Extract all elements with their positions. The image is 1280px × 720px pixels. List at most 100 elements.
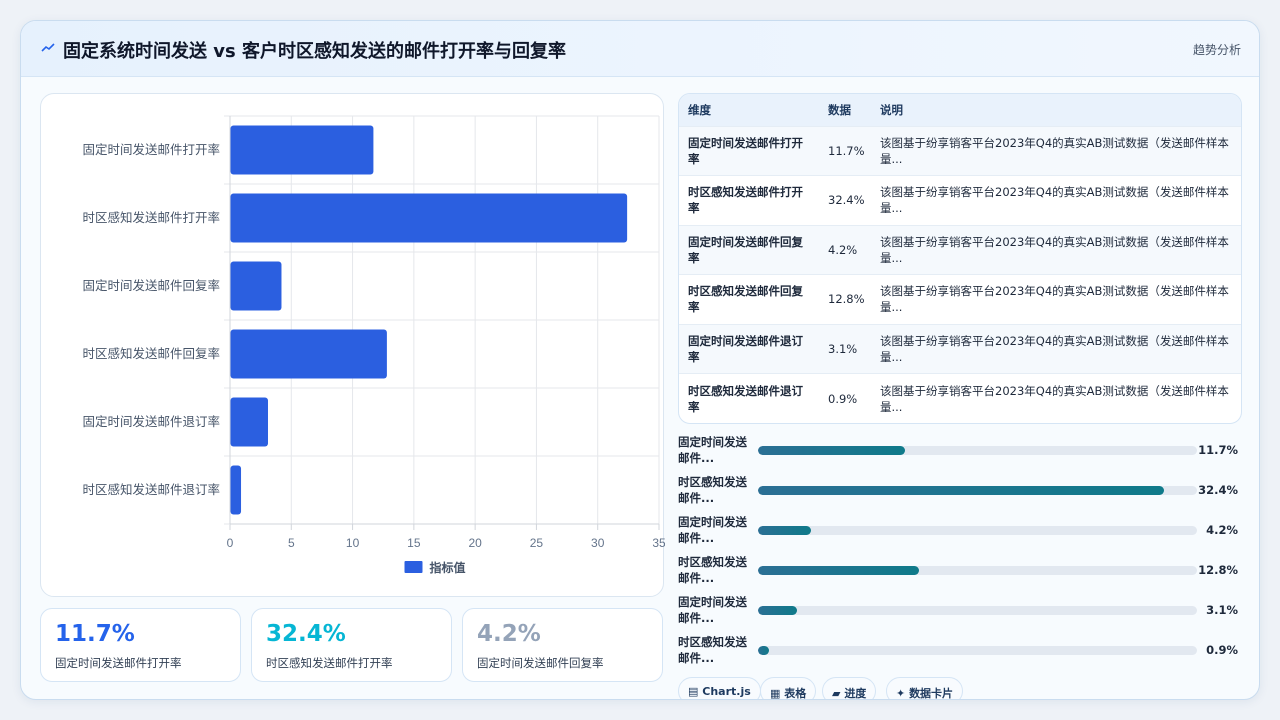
- progress-track: [758, 446, 1197, 455]
- column-header: 说明: [880, 102, 903, 117]
- y-tick-label: 时区感知发送邮件退订率: [82, 482, 220, 497]
- header: 固定系统时间发送 vs 客户时区感知发送的邮件打开率与回复率 趋势分析: [21, 21, 1259, 77]
- cell-description: 该图基于纷享销客平台2023年Q4的真实AB测试数据（发送邮件样本量...: [880, 185, 1229, 216]
- cell-value: 11.7%: [828, 143, 865, 158]
- progress-fill: [758, 446, 905, 455]
- x-tick-label: 30: [591, 536, 605, 550]
- table-row: 时区感知发送邮件打开率 32.4% 该图基于纷享销客平台2023年Q4的真实AB…: [679, 175, 1241, 226]
- x-tick-label: 20: [468, 536, 482, 550]
- trend-analysis-tag[interactable]: 趋势分析: [1193, 41, 1241, 58]
- kpi-label: 时区感知发送邮件打开率: [266, 656, 393, 670]
- kpi-value: 4.2%: [477, 621, 541, 647]
- table-row: 固定时间发送邮件退订率 3.1% 该图基于纷享销客平台2023年Q4的真实AB测…: [679, 324, 1241, 374]
- bar: [230, 329, 387, 379]
- progress-item: 固定时间发送邮件... 4.2%: [678, 513, 1242, 549]
- progress-track: [758, 486, 1197, 495]
- chart-icon: ▤: [688, 685, 699, 698]
- dashboard-card: 固定系统时间发送 vs 客户时区感知发送的邮件打开率与回复率 趋势分析 0 5 10…: [20, 20, 1260, 700]
- cell-value: 3.1%: [828, 341, 858, 356]
- kpi-value: 11.7%: [55, 621, 135, 647]
- progress-fill: [758, 646, 770, 655]
- trend-icon: [41, 43, 55, 52]
- cell-value: 4.2%: [828, 242, 858, 257]
- progress-track: [758, 526, 1197, 535]
- table-row: 固定时间发送邮件打开率 11.7% 该图基于纷享销客平台2023年Q4的真实AB…: [679, 126, 1241, 176]
- bar: [230, 465, 242, 515]
- bar-chart-panel: 0 5 10 15 20 25 30 35 固定时间发送邮件打开率 时区感知发送邮件打开率 固定时间…: [40, 93, 665, 597]
- progress-view-button[interactable]: ▰ 进度: [822, 677, 877, 700]
- column-header: 维度: [688, 102, 711, 117]
- table-row: 时区感知发送邮件退订率 0.9% 该图基于纷享销客平台2023年Q4的真实AB测…: [679, 373, 1241, 424]
- bar: [230, 397, 268, 447]
- progress-item: 固定时间发送邮件... 11.7%: [678, 433, 1242, 469]
- kpi-card-3: 4.2% 固定时间发送邮件回复率: [462, 608, 663, 682]
- progress-label: 固定时间发送邮件...: [678, 515, 747, 545]
- cell-value: 0.9%: [828, 391, 858, 406]
- kpi-card-1: 11.7% 固定时间发送邮件打开率: [40, 608, 241, 682]
- x-tick-label: 0: [227, 536, 234, 550]
- table-view-button[interactable]: ▦ 表格: [760, 677, 817, 700]
- kpi-label: 固定时间发送邮件打开率: [55, 656, 182, 670]
- cell-description: 该图基于纷享销客平台2023年Q4的真实AB测试数据（发送邮件样本量...: [880, 333, 1229, 364]
- kpi-label: 固定时间发送邮件回复率: [477, 656, 604, 670]
- progress-track: [758, 606, 1197, 615]
- progress-label: 时区感知发送邮件...: [678, 475, 747, 505]
- cell-value: 12.8%: [828, 292, 865, 307]
- x-tick-label: 5: [288, 536, 295, 550]
- bar: [230, 261, 282, 311]
- progress-label: 时区感知发送邮件...: [678, 555, 747, 585]
- bar-chart: 0 5 10 15 20 25 30 35 固定时间发送邮件打开率时区感知发送邮件打开率固定时间…: [82, 115, 665, 575]
- kpi-card-2: 32.4% 时区感知发送邮件打开率: [251, 608, 452, 682]
- progress-value: 0.9%: [1206, 643, 1238, 657]
- cell-dimension: 时区感知发送邮件退订率: [688, 383, 803, 414]
- cell-dimension: 固定时间发送邮件回复率: [688, 234, 803, 265]
- progress-item: 固定时间发送邮件... 3.1%: [678, 593, 1242, 629]
- progress-value: 4.2%: [1206, 523, 1238, 537]
- pill-label: 进度: [844, 687, 867, 700]
- progress-value: 32.4%: [1198, 483, 1238, 497]
- legend-swatch: [404, 561, 423, 573]
- cell-description: 该图基于纷享销客平台2023年Q4的真实AB测试数据（发送邮件样本量...: [880, 284, 1229, 315]
- page-title: 固定系统时间发送 vs 客户时区感知发送的邮件打开率与回复率: [63, 41, 566, 62]
- progress-fill: [758, 526, 811, 535]
- pill-label: Chart.js: [702, 685, 751, 698]
- progress-value: 11.7%: [1198, 443, 1238, 457]
- legend-label: 指标值: [430, 560, 466, 575]
- sparkle-icon: ✦: [896, 687, 906, 700]
- y-tick-label: 固定时间发送邮件打开率: [82, 142, 220, 157]
- cell-dimension: 时区感知发送邮件打开率: [688, 185, 803, 216]
- y-tick-label: 时区感知发送邮件打开率: [82, 210, 220, 225]
- pill-label: 表格: [784, 687, 807, 700]
- x-tick-label: 10: [346, 536, 360, 550]
- chartjs-view-button[interactable]: ▤ Chart.js: [678, 677, 761, 699]
- y-tick-label: 固定时间发送邮件退订率: [82, 414, 220, 429]
- progress-value: 12.8%: [1198, 563, 1238, 577]
- table-row: 时区感知发送邮件回复率 12.8% 该图基于纷享销客平台2023年Q4的真实AB…: [679, 274, 1241, 325]
- progress-value: 3.1%: [1206, 603, 1238, 617]
- data-table: 维度 数据 说明 固定时间发送邮件打开率 11.7% 该图基于纷享销客平台202…: [678, 93, 1242, 424]
- cell-value: 32.4%: [828, 193, 865, 208]
- x-tick-label: 25: [530, 536, 544, 550]
- column-header: 数据: [828, 102, 851, 117]
- table-icon: ▦: [770, 687, 781, 700]
- progress-fill: [758, 566, 919, 575]
- x-tick-label: 15: [407, 536, 421, 550]
- table-header-row: 维度 数据 说明: [679, 94, 1241, 126]
- x-tick-label: 35: [652, 536, 665, 550]
- kpi-value: 32.4%: [266, 621, 346, 647]
- bar: [230, 125, 374, 175]
- progress-item: 时区感知发送邮件... 0.9%: [678, 633, 1242, 669]
- cell-description: 该图基于纷享销客平台2023年Q4的真实AB测试数据（发送邮件样本量...: [880, 234, 1229, 265]
- cell-dimension: 时区感知发送邮件回复率: [688, 284, 803, 315]
- pill-label: 数据卡片: [909, 687, 954, 700]
- cell-description: 该图基于纷享销客平台2023年Q4的真实AB测试数据（发送邮件样本量...: [880, 383, 1229, 414]
- data-card-view-button[interactable]: ✦ 数据卡片: [886, 677, 964, 700]
- progress-label: 固定时间发送邮件...: [678, 435, 747, 465]
- y-tick-label: 时区感知发送邮件回复率: [82, 346, 220, 361]
- progress-fill: [758, 486, 1165, 495]
- progress-fill: [758, 606, 797, 615]
- cell-dimension: 固定时间发送邮件退订率: [688, 333, 803, 364]
- progress-track: [758, 566, 1197, 575]
- progress-label: 固定时间发送邮件...: [678, 595, 747, 625]
- y-tick-label: 固定时间发送邮件回复率: [82, 278, 220, 293]
